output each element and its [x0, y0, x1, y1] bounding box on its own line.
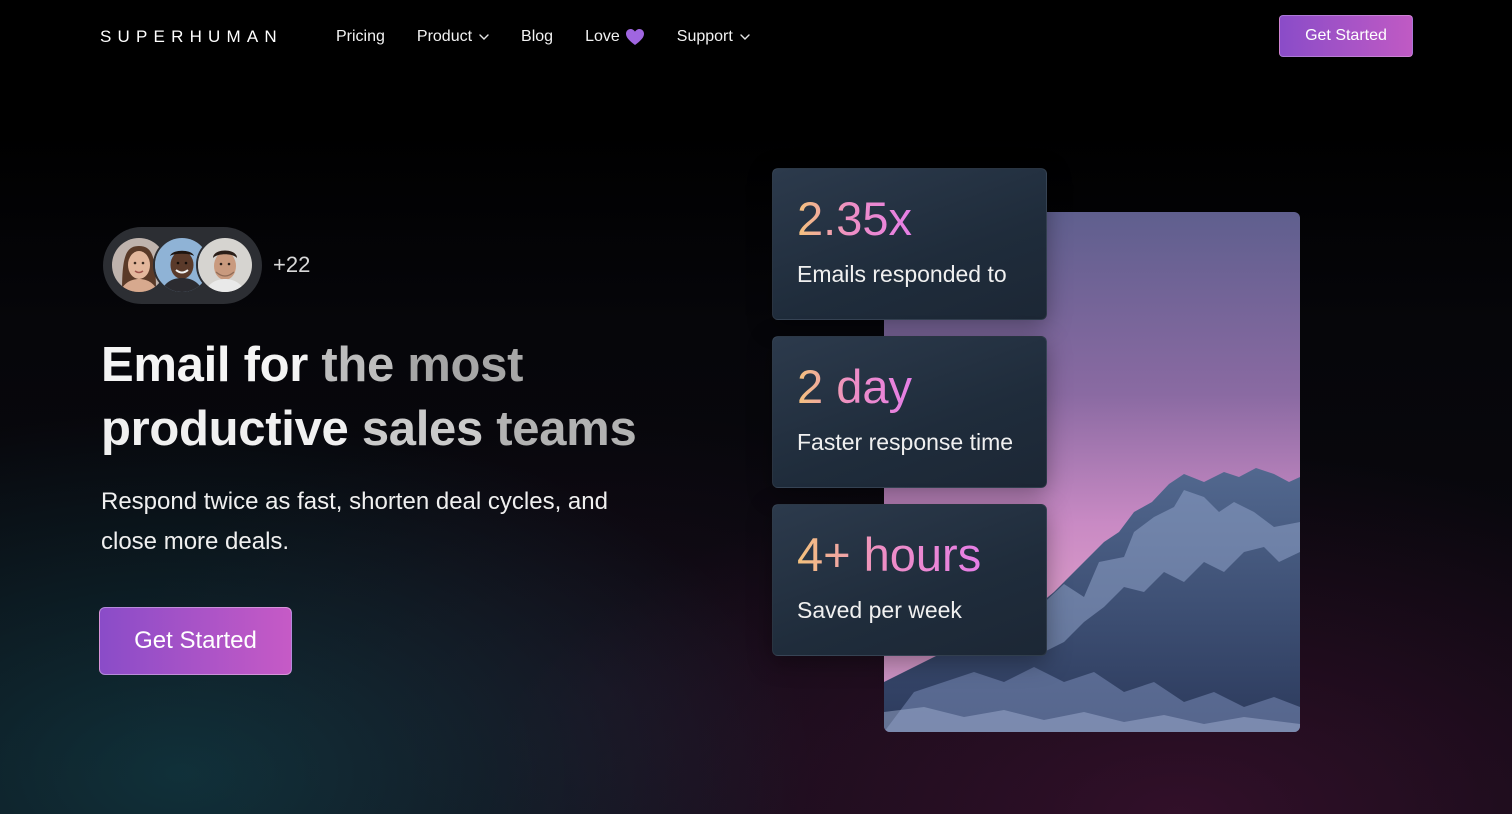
hero-headline: Email for the most productive sales team… — [101, 333, 681, 461]
stat-label: Emails responded to — [797, 261, 1007, 287]
nav-link-product[interactable]: Product — [417, 26, 489, 48]
headline-word: teams — [496, 402, 637, 456]
headline-word: most — [407, 338, 524, 392]
nav-link-label: Blog — [521, 28, 554, 45]
nav-link-label: Support — [676, 28, 733, 45]
avatar-count: +22 — [273, 252, 311, 277]
nav-get-started-button[interactable]: Get Started — [1279, 15, 1413, 57]
headline-word: Email — [101, 338, 231, 392]
avatar-group — [103, 227, 262, 304]
headline-word: productive — [101, 402, 349, 456]
nav-link-label: Love — [585, 28, 620, 45]
purple-heart-icon — [625, 28, 645, 46]
stat-label: Saved per week — [797, 597, 962, 623]
nav-link-label: Product — [416, 28, 473, 45]
headline-word: for — [243, 338, 309, 392]
nav-links: Pricing Product Blog Love Support — [336, 26, 782, 48]
nav-link-label: Pricing — [336, 28, 385, 45]
top-nav: SUPERHUMAN Pricing Product Blog Love Sup… — [0, 0, 1512, 72]
nav-link-pricing[interactable]: Pricing — [336, 26, 385, 48]
avatar — [196, 236, 254, 294]
nav-link-love[interactable]: Love — [585, 26, 645, 48]
headline-word: sales — [361, 402, 483, 456]
stat-card: 2.35x Emails responded to — [772, 168, 1047, 320]
hero-subhead: Respond twice as fast, shorten deal cycl… — [101, 488, 608, 555]
chevron-down-icon — [479, 34, 489, 40]
nav-link-support[interactable]: Support — [677, 26, 750, 48]
stat-card: 4+ hours Saved per week — [772, 504, 1047, 656]
chevron-down-icon — [740, 34, 750, 40]
headline-word: the — [321, 338, 394, 392]
stat-value: 2 day — [797, 360, 912, 413]
stat-card: 2 day Faster response time — [772, 336, 1047, 488]
stat-label: Faster response time — [797, 429, 1014, 455]
stat-value: 2.35x — [797, 192, 912, 245]
stat-value: 4+ hours — [797, 528, 982, 581]
superhuman-logo[interactable]: SUPERHUMAN — [100, 27, 283, 47]
nav-link-blog[interactable]: Blog — [521, 26, 553, 48]
hero-get-started-button[interactable]: Get Started — [99, 607, 292, 675]
